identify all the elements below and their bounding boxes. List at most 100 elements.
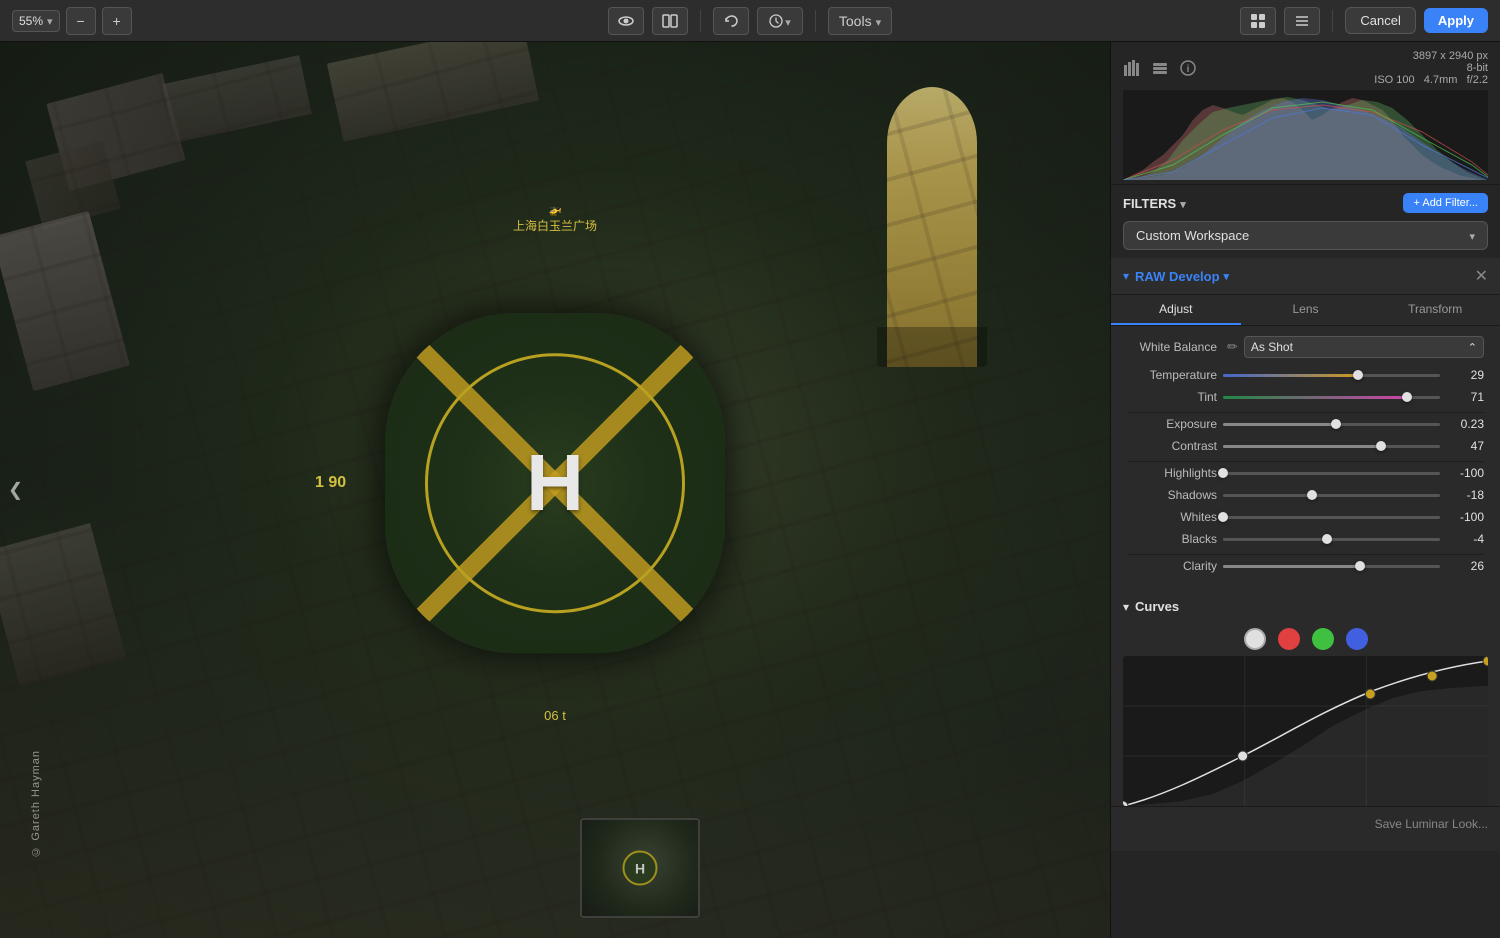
raw-develop-close-button[interactable]: ✕ bbox=[1475, 266, 1488, 286]
helipad-number-bottom: 06 t bbox=[544, 708, 566, 723]
toolbar: 55% − + Tools bbox=[0, 0, 1500, 42]
tint-value: 71 bbox=[1446, 390, 1484, 404]
zoom-in-icon: + bbox=[112, 13, 120, 29]
save-luminar-row: Save Luminar Look... bbox=[1111, 806, 1500, 841]
histogram-icon[interactable] bbox=[1123, 59, 1141, 77]
panels-button[interactable] bbox=[1284, 7, 1320, 35]
zoom-in-button[interactable]: + bbox=[102, 7, 132, 35]
curves-graph[interactable] bbox=[1123, 656, 1488, 806]
exposure-slider[interactable] bbox=[1223, 417, 1440, 431]
layers-icon[interactable] bbox=[1151, 59, 1169, 77]
history-chevron-icon bbox=[785, 13, 791, 29]
highlights-slider[interactable] bbox=[1223, 466, 1440, 480]
cancel-button[interactable]: Cancel bbox=[1345, 7, 1415, 34]
shadows-slider[interactable] bbox=[1223, 488, 1440, 502]
slider-row-temperature: Temperature 29 bbox=[1127, 368, 1484, 382]
slider-row-clarity: Clarity 26 bbox=[1127, 559, 1484, 573]
white-balance-row: White Balance ✏ As Shot ⌃ bbox=[1127, 336, 1484, 358]
tab-lens[interactable]: Lens bbox=[1241, 295, 1371, 325]
temperature-value: 29 bbox=[1446, 368, 1484, 382]
raw-develop-tabs: Adjust Lens Transform bbox=[1111, 295, 1500, 326]
histogram-chart bbox=[1123, 90, 1488, 180]
undo-icon bbox=[723, 13, 739, 29]
curves-channel-white[interactable] bbox=[1244, 628, 1266, 650]
navigate-left-button[interactable]: ❮ bbox=[8, 480, 23, 501]
toolbar-sep-3 bbox=[1332, 10, 1333, 32]
image-metadata: 3897 x 2940 px 8-bit ISO 100 4.7mm f/2.2 bbox=[1374, 50, 1488, 86]
preview-button[interactable] bbox=[608, 7, 644, 35]
eye-icon bbox=[618, 13, 634, 29]
white-balance-selector[interactable]: As Shot ⌃ bbox=[1244, 336, 1484, 358]
shadows-label: Shadows bbox=[1127, 488, 1217, 502]
zoom-chevron-icon bbox=[47, 14, 53, 28]
clarity-label: Clarity bbox=[1127, 559, 1217, 573]
curves-channel-blue[interactable] bbox=[1346, 628, 1368, 650]
temperature-label: Temperature bbox=[1127, 368, 1217, 382]
slider-row-contrast: Contrast 47 bbox=[1127, 439, 1484, 453]
exposure-value: 0.23 bbox=[1446, 417, 1484, 431]
wb-chevron-icon: ⌃ bbox=[1468, 341, 1477, 354]
curves-section: ▾ Curves bbox=[1111, 591, 1500, 851]
tint-slider[interactable] bbox=[1223, 390, 1440, 404]
image-bit-depth: 8-bit bbox=[1374, 62, 1488, 74]
add-filter-button[interactable]: + Add Filter... bbox=[1403, 193, 1488, 213]
raw-develop-header: ▾ RAW Develop ▾ ✕ bbox=[1111, 258, 1500, 295]
slider-row-highlights: Highlights -100 bbox=[1127, 466, 1484, 480]
contrast-label: Contrast bbox=[1127, 439, 1217, 453]
right-panel: i 3897 x 2940 px 8-bit ISO 100 4.7mm f/2… bbox=[1110, 42, 1500, 938]
contrast-slider[interactable] bbox=[1223, 439, 1440, 453]
blacks-slider[interactable] bbox=[1223, 532, 1440, 546]
curves-channel-red[interactable] bbox=[1278, 628, 1300, 650]
histogram-icons: i bbox=[1123, 59, 1197, 77]
curves-header: ▾ Curves bbox=[1111, 591, 1500, 622]
panels-icon bbox=[1294, 13, 1310, 29]
thumbnail-image: H bbox=[582, 820, 698, 916]
curves-color-dots bbox=[1111, 622, 1500, 656]
filters-chevron-icon[interactable] bbox=[1180, 196, 1186, 211]
info-icon[interactable]: i bbox=[1179, 59, 1197, 77]
raw-develop-title: RAW Develop ▾ bbox=[1135, 269, 1229, 284]
zoom-selector[interactable]: 55% bbox=[12, 10, 60, 32]
curves-title: Curves bbox=[1135, 599, 1179, 614]
history-button[interactable] bbox=[757, 7, 803, 35]
toolbar-separator-2 bbox=[815, 10, 816, 32]
save-luminar-look-link[interactable]: Save Luminar Look... bbox=[1375, 817, 1488, 831]
zoom-value: 55% bbox=[19, 14, 43, 28]
workspace-dropdown[interactable]: Custom Workspace bbox=[1123, 221, 1488, 250]
blacks-label: Blacks bbox=[1127, 532, 1217, 546]
white-balance-eyedropper-icon[interactable]: ✏ bbox=[1227, 339, 1238, 355]
curves-collapse-icon[interactable]: ▾ bbox=[1123, 600, 1129, 614]
zoom-out-button[interactable]: − bbox=[66, 7, 96, 35]
tab-adjust[interactable]: Adjust bbox=[1111, 295, 1241, 325]
apply-button[interactable]: Apply bbox=[1424, 8, 1488, 33]
raw-develop-chevron-icon[interactable]: ▾ bbox=[1224, 270, 1230, 283]
exposure-label: Exposure bbox=[1127, 417, 1217, 431]
tools-label: Tools bbox=[839, 13, 872, 29]
thumbnail-preview: H bbox=[580, 818, 700, 918]
workspace-label: Custom Workspace bbox=[1136, 228, 1249, 243]
grid-view-button[interactable] bbox=[1240, 7, 1276, 35]
slider-row-whites: Whites -100 bbox=[1127, 510, 1484, 524]
contrast-value: 47 bbox=[1446, 439, 1484, 453]
curves-svg bbox=[1123, 656, 1488, 806]
slider-row-shadows: Shadows -18 bbox=[1127, 488, 1484, 502]
temperature-slider[interactable] bbox=[1223, 368, 1440, 382]
compare-button[interactable] bbox=[652, 7, 688, 35]
curves-channel-green[interactable] bbox=[1312, 628, 1334, 650]
histogram-header: i 3897 x 2940 px 8-bit ISO 100 4.7mm f/2… bbox=[1123, 50, 1488, 86]
divider-3 bbox=[1127, 554, 1484, 555]
histogram-section: i 3897 x 2940 px 8-bit ISO 100 4.7mm f/2… bbox=[1111, 42, 1500, 184]
undo-button[interactable] bbox=[713, 7, 749, 35]
tall-building bbox=[887, 87, 977, 367]
toolbar-separator bbox=[700, 10, 701, 32]
tools-button[interactable]: Tools bbox=[828, 7, 892, 35]
divider-1 bbox=[1127, 412, 1484, 413]
whites-slider[interactable] bbox=[1223, 510, 1440, 524]
history-icon bbox=[769, 14, 783, 28]
raw-develop-collapse-icon[interactable]: ▾ bbox=[1123, 269, 1129, 283]
photo-canvas: H 🚁 上海白玉兰广场 1 90 06 t ❮ © Gareth Hayman bbox=[0, 42, 1110, 938]
clarity-slider[interactable] bbox=[1223, 559, 1440, 573]
tab-transform[interactable]: Transform bbox=[1370, 295, 1500, 325]
compare-icon bbox=[662, 13, 678, 29]
helipad-number-left: 1 90 bbox=[315, 474, 346, 492]
